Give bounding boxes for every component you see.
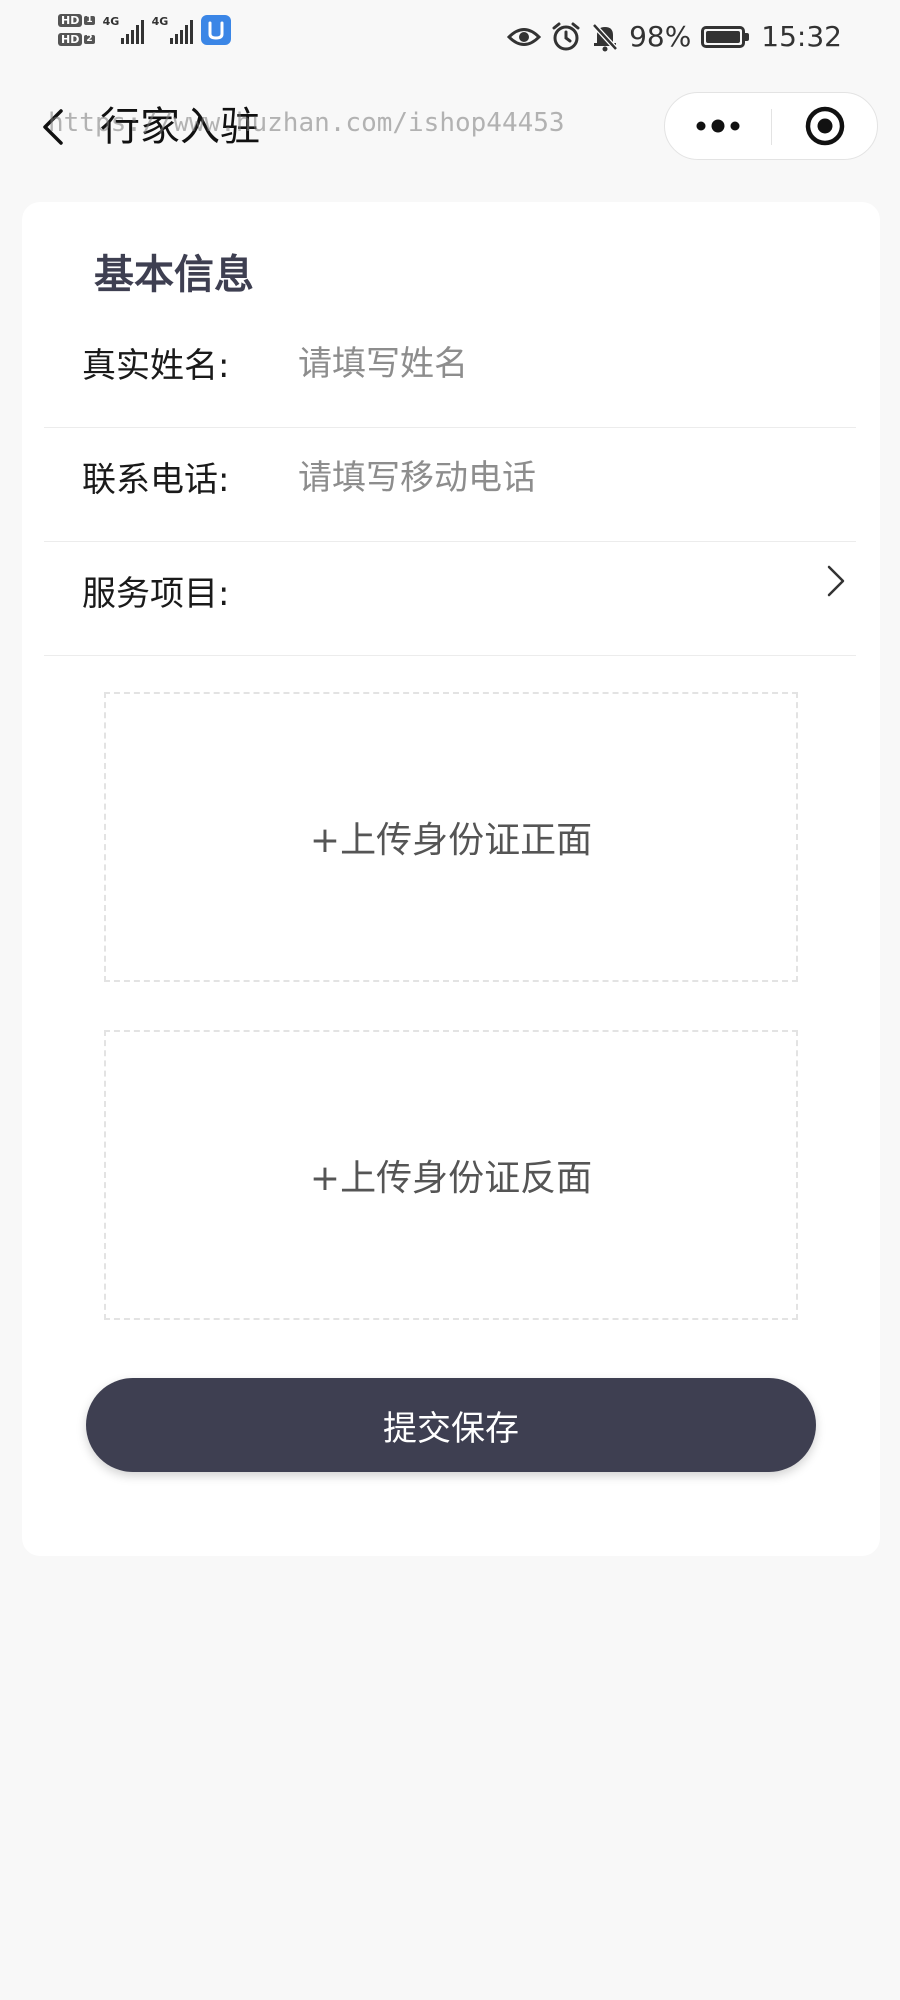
- sim2-indicator: HD 2: [58, 33, 95, 46]
- watermark-text: https://www.huzhan.com/ishop44453: [48, 108, 565, 138]
- basic-info-card: 基本信息 真实姓名: 联系电话: 服务项目: +上传身份证正面 +上传身份证反面…: [22, 202, 880, 1556]
- name-label: 真实姓名:: [82, 346, 230, 386]
- target-close-icon: [805, 106, 845, 146]
- upload-id-back-button[interactable]: +上传身份证反面: [104, 1030, 798, 1320]
- clock-time: 15:32: [761, 20, 842, 53]
- signal-2-icon: 4G: [152, 16, 193, 44]
- miniprogram-capsule: [664, 92, 878, 160]
- sim1-number: 1: [84, 15, 95, 25]
- upload-id-front-button[interactable]: +上传身份证正面: [104, 692, 798, 982]
- battery-fill: [706, 30, 740, 43]
- section-title: 基本信息: [94, 252, 254, 298]
- chevron-right-icon: [816, 556, 856, 606]
- sim1-hd-tag: HD: [58, 14, 83, 27]
- more-dots-icon: [696, 119, 740, 133]
- signal-1-icon: 4G: [103, 16, 144, 44]
- upload-id-front-label: +上传身份证正面: [309, 820, 593, 861]
- service-project-row[interactable]: 服务项目:: [44, 542, 856, 656]
- sim2-number: 2: [84, 34, 95, 44]
- sim-indicators: HD 1 HD 2: [58, 14, 95, 46]
- phone-label: 联系电话:: [82, 460, 230, 500]
- name-input[interactable]: [298, 338, 818, 390]
- sim1-indicator: HD 1: [58, 14, 95, 27]
- service-label: 服务项目:: [82, 574, 230, 614]
- status-right-indicators: 98% 15:32: [507, 20, 842, 53]
- status-bar: HD 1 HD 2 4G 4G 98% 15:32: [0, 0, 900, 80]
- eye-icon: [507, 26, 542, 48]
- upload-id-back-label: +上传身份证反面: [309, 1158, 593, 1199]
- more-button[interactable]: [665, 93, 771, 159]
- alarm-icon: [551, 22, 581, 52]
- sim2-hd-tag: HD: [58, 33, 83, 46]
- name-row: 真实姓名:: [44, 314, 856, 428]
- phone-input[interactable]: [298, 452, 818, 504]
- network-2-label: 4G: [151, 15, 169, 28]
- navigation-bar: 行家入驻 https://www.huzhan.com/ishop44453: [0, 88, 900, 168]
- submit-save-button[interactable]: 提交保存: [86, 1378, 816, 1472]
- status-left-indicators: HD 1 HD 2 4G 4G: [58, 14, 231, 46]
- battery-percent: 98%: [629, 20, 692, 53]
- battery-icon: [701, 25, 750, 48]
- mute-bell-icon: [591, 22, 619, 52]
- network-1-label: 4G: [102, 15, 120, 28]
- app-notification-icon: [200, 15, 231, 45]
- close-miniprogram-button[interactable]: [772, 93, 878, 159]
- phone-row: 联系电话:: [44, 428, 856, 542]
